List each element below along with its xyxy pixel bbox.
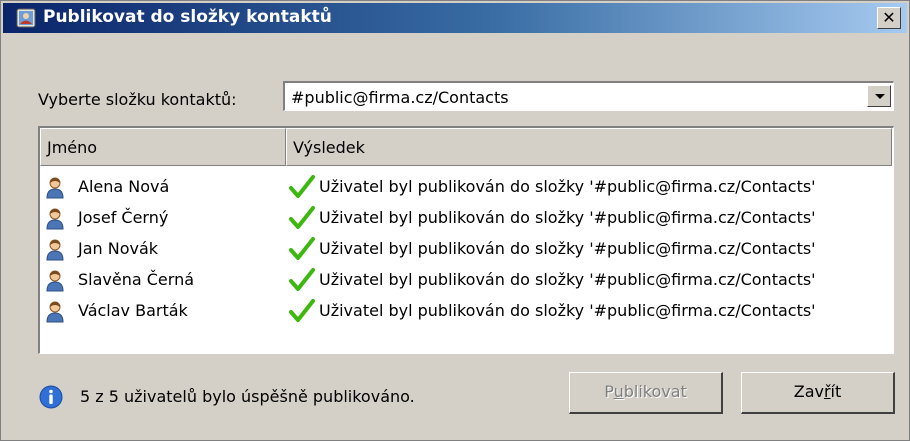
close-label-part: ít [830,382,842,401]
user-name: Václav Barták [78,301,188,320]
user-icon [46,208,64,230]
folder-label: Vyberte složku kontaktů: [38,90,237,109]
chevron-down-icon [875,94,885,99]
publish-button[interactable]: Publikovat [569,372,723,414]
close-label-part: Zav [793,382,824,401]
close-button[interactable]: Zavřít [741,372,895,414]
result-text: Uživatel byl publikován do složky '#publ… [319,270,816,289]
checkmark-icon [289,237,315,260]
publish-label-part: P [604,382,614,401]
info-icon [39,385,63,409]
title-bar[interactable]: Publikovat do složky kontaktů ✕ [3,3,907,33]
user-name: Alena Nová [78,177,170,196]
results-list[interactable]: Jméno Výsledek Alena Nová Uživatel byl p… [38,126,894,354]
result-text: Uživatel byl publikován do složky '#publ… [319,301,816,320]
publish-label-accelerator: u [613,382,624,401]
user-icon [46,301,64,323]
list-header: Jméno Výsledek [40,128,892,166]
user-name: Jan Novák [78,239,159,258]
publish-dialog: Publikovat do složky kontaktů ✕ Vyberte … [0,0,910,441]
checkmark-icon [289,268,315,291]
user-icon [46,177,64,199]
close-icon: ✕ [882,8,896,27]
table-row[interactable]: Václav Barták Uživatel byl publikován do… [40,296,892,327]
column-header-name[interactable]: Jméno [40,128,286,166]
checkmark-icon [289,299,315,322]
user-icon [46,270,64,292]
status-message: 5 z 5 uživatelů bylo úspěšně publikováno… [80,387,415,406]
dropdown-button[interactable] [867,85,891,107]
table-row[interactable]: Jan Novák Uživatel byl publikován do slo… [40,234,892,265]
user-icon [46,239,64,261]
result-text: Uživatel byl publikován do složky '#publ… [319,239,816,258]
close-label-accelerator: ř [823,382,831,401]
table-row[interactable]: Alena Nová Uživatel byl publikován do sl… [40,172,892,203]
table-row[interactable]: Slavěna Černá Uživatel byl publikován do… [40,265,892,296]
folder-value: #public@firma.cz/Contacts [291,88,509,107]
checkmark-icon [289,175,315,198]
user-name: Josef Černý [78,208,169,227]
publish-label-part: blikovat [623,382,687,401]
column-header-result[interactable]: Výsledek [286,128,892,166]
table-row[interactable]: Josef Černý Uživatel byl publikován do s… [40,203,892,234]
checkmark-icon [289,206,315,229]
address-book-icon [16,8,36,28]
user-name: Slavěna Černá [78,270,195,289]
result-text: Uživatel byl publikován do složky '#publ… [319,177,816,196]
list-rows: Alena Nová Uživatel byl publikován do sl… [40,172,892,327]
window-title: Publikovat do složky kontaktů [43,7,332,27]
close-window-button[interactable]: ✕ [877,7,901,29]
contacts-folder-select[interactable]: #public@firma.cz/Contacts [283,81,894,111]
result-text: Uživatel byl publikován do složky '#publ… [319,208,816,227]
